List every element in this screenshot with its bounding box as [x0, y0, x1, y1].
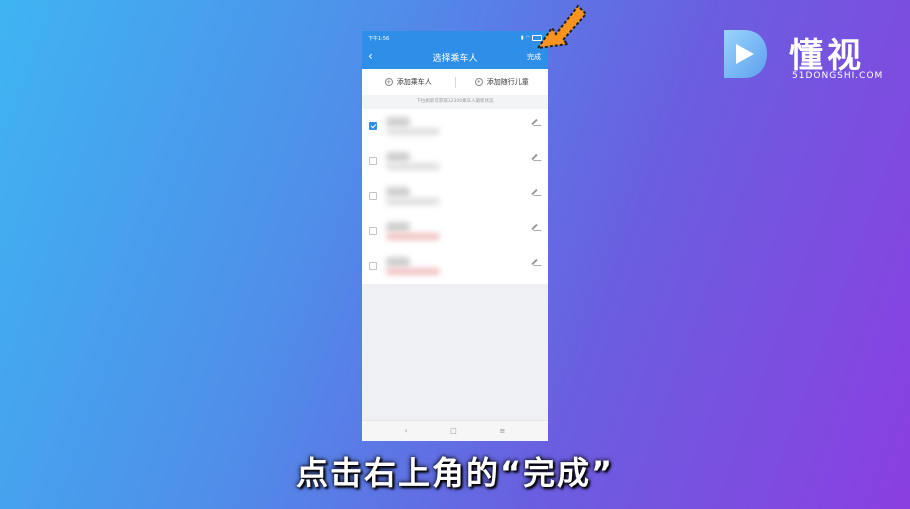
brand-logo: 懂视 51DONGSHI.COM [722, 26, 892, 86]
status-bar: 下午1:56 ▮ ◠ [362, 31, 548, 45]
passenger-name-blurred [386, 152, 410, 162]
refresh-hint: 下拉刷新可获取12306乘车人最新状态 [362, 95, 548, 109]
list-item[interactable] [362, 179, 548, 214]
logo-site: 51DONGSHI.COM [792, 71, 884, 81]
add-child-label: 添加随行儿童 [486, 78, 529, 86]
passenger-id-blurred [386, 163, 440, 170]
add-child-button[interactable]: • 添加随行儿童 [456, 77, 549, 87]
person-icon: • [474, 78, 483, 86]
passenger-id-blurred [386, 128, 440, 135]
passenger-checkbox[interactable] [369, 192, 377, 200]
passenger-name-blurred [386, 187, 410, 197]
passenger-name-blurred [386, 222, 410, 232]
edit-icon[interactable] [531, 118, 538, 126]
action-bar: + 添加乘车人 • 添加随行儿童 [362, 69, 548, 95]
nav-bar: ‹ 选择乘车人 完成 [362, 45, 548, 69]
system-home-icon[interactable]: □ [450, 427, 457, 435]
passenger-id-blurred [386, 198, 440, 205]
system-nav-bar: ‹ □ ≡ [362, 420, 548, 441]
signal-icon: ▮ [520, 35, 524, 41]
passenger-id-blurred [386, 233, 440, 240]
passenger-checkbox[interactable] [369, 122, 377, 130]
list-item[interactable] [362, 109, 548, 144]
edit-icon[interactable] [531, 153, 538, 161]
plus-icon: + [384, 78, 393, 86]
passenger-name-blurred [386, 257, 410, 267]
passenger-name-blurred [386, 117, 410, 127]
passenger-id-blurred [386, 268, 440, 275]
list-item[interactable] [362, 214, 548, 249]
page-title: 选择乘车人 [432, 54, 478, 64]
edit-icon[interactable] [531, 188, 538, 196]
logo-play-icon [724, 30, 767, 78]
passenger-list [362, 109, 548, 284]
system-menu-icon[interactable]: ≡ [499, 427, 505, 435]
add-passenger-button[interactable]: + 添加乘车人 [362, 77, 455, 87]
pointer-arrow-icon [535, 4, 588, 50]
subtitle-caption: 点击右上角的“完成” [295, 454, 615, 492]
phone-screen: 下午1:56 ▮ ◠ ‹ 选择乘车人 完成 + 添加乘车人 • 添加随行儿童 下… [362, 31, 548, 441]
edit-icon[interactable] [531, 223, 538, 231]
edit-icon[interactable] [531, 258, 538, 266]
list-item[interactable] [362, 249, 548, 284]
logo-name: 懂视 [789, 36, 865, 76]
passenger-checkbox[interactable] [369, 157, 377, 165]
add-passenger-label: 添加乘车人 [396, 78, 432, 86]
system-back-icon[interactable]: ‹ [405, 427, 408, 435]
passenger-checkbox[interactable] [369, 227, 377, 235]
passenger-checkbox[interactable] [369, 262, 377, 270]
status-time: 下午1:56 [368, 35, 390, 42]
list-item[interactable] [362, 144, 548, 179]
